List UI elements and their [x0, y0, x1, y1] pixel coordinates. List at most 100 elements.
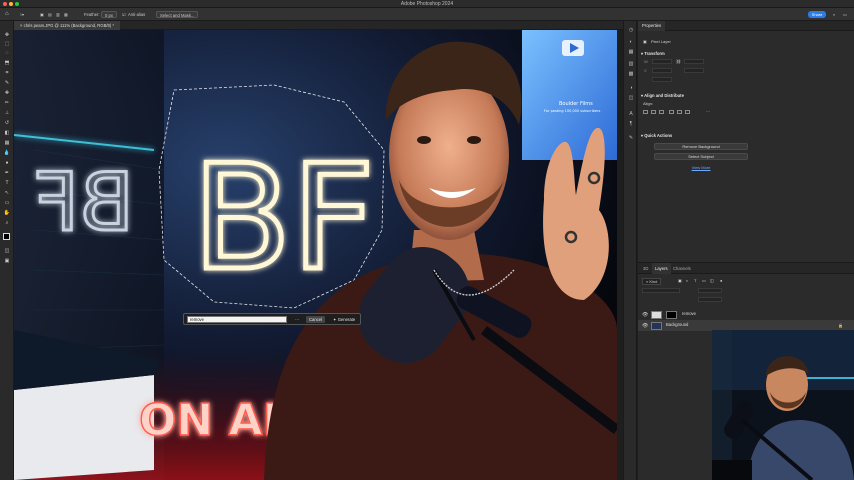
more-options-icon[interactable]: ···	[292, 316, 302, 323]
quick-mask-icon[interactable]: ◫	[3, 249, 11, 254]
neon-sign: BF	[192, 134, 375, 303]
properties-tab[interactable]: Properties	[638, 21, 666, 31]
brush-settings-icon[interactable]: ✎	[627, 135, 635, 141]
filter-adjustment-icon[interactable]: ◐	[686, 278, 688, 283]
clone-stamp-icon[interactable]: ⊥	[3, 111, 11, 116]
rectangle-tool-icon[interactable]: ▭	[3, 201, 11, 206]
generative-prompt-input[interactable]	[187, 316, 287, 323]
tab-channels[interactable]: Channels	[670, 263, 694, 274]
history-brush-icon[interactable]: ↺	[3, 121, 11, 126]
gradients-panel-icon[interactable]: ▥	[627, 61, 635, 67]
webcam-video	[712, 330, 854, 480]
layer-name[interactable]: Background	[666, 322, 688, 327]
adjustments-panel-icon[interactable]: ◑	[627, 85, 635, 91]
dodge-tool-icon[interactable]: ●	[3, 161, 11, 166]
pen-tool-icon[interactable]: ✒	[3, 171, 11, 176]
document-tab[interactable]: × chris pears.JPG @ 111% (Background, RG…	[14, 21, 121, 30]
brush-tool-icon[interactable]: ✏	[3, 101, 11, 106]
tab-layers[interactable]: Layers	[652, 263, 671, 274]
blur-tool-icon[interactable]: 💧	[3, 151, 11, 156]
align-center-icon[interactable]	[651, 110, 656, 114]
transform-header[interactable]: ▾ Transform	[641, 51, 665, 56]
layer-kind-filter[interactable]: ⌕ Kind	[642, 278, 662, 285]
antialias-checkbox[interactable]: ☑	[122, 11, 126, 18]
lasso-tool-icon[interactable]: ◌	[3, 51, 11, 56]
select-and-mask-button[interactable]: Select and Mask...	[156, 11, 199, 18]
object-select-icon[interactable]: ⬒	[3, 61, 11, 66]
gradient-tool-icon[interactable]: ▦	[3, 141, 11, 146]
panel-icon-strip: ◷ ◐ ▦ ▥ ▩ ◑ ◫ A ¶ ✎	[623, 21, 637, 480]
link-icon[interactable]: ⛓	[676, 59, 681, 64]
lasso-tool-icon[interactable]: ⌇▾	[20, 11, 24, 18]
width-label: W	[644, 59, 648, 64]
tab-3d[interactable]: 3D	[640, 263, 651, 274]
swatches-panel-icon[interactable]: ▦	[627, 49, 635, 55]
document-canvas[interactable]: BF BF Boulder Films For posting 100,000 …	[14, 30, 617, 480]
color-panel-icon[interactable]: ◐	[627, 39, 635, 45]
visibility-eye-icon[interactable]: 👁	[642, 312, 648, 318]
align-header[interactable]: ▾ Align and Distribute	[641, 93, 684, 98]
path-select-icon[interactable]: ↖	[3, 191, 11, 196]
artboard-tool-icon[interactable]: ⬚	[3, 42, 11, 47]
hand-tool-icon[interactable]: ✋	[3, 211, 11, 216]
align-middle-icon[interactable]	[677, 110, 682, 114]
move-tool-icon[interactable]: ✥	[3, 33, 11, 38]
filter-type-icon[interactable]: T	[694, 278, 696, 283]
pixel-layer-icon: ▣	[643, 39, 647, 44]
workspace-icon[interactable]: ▭	[843, 11, 847, 18]
opacity-field[interactable]	[698, 288, 722, 293]
blend-mode-select[interactable]	[642, 288, 680, 293]
align-left-icon[interactable]	[643, 110, 648, 114]
view-more-link[interactable]: View More	[654, 165, 748, 170]
layer-mask-thumbnail[interactable]	[666, 311, 677, 319]
generative-fill-bar: ··· Cancel ✦ Generate	[183, 313, 361, 325]
add-selection-icon[interactable]: ▤	[48, 11, 52, 18]
angle-field[interactable]	[652, 77, 672, 82]
paragraph-panel-icon[interactable]: ¶	[627, 121, 635, 127]
foreground-color-swatch[interactable]	[3, 233, 10, 240]
layer-row[interactable]: 👁 remove	[638, 309, 854, 320]
generate-button[interactable]: ✦ Generate	[330, 316, 358, 323]
home-icon[interactable]: ⌂	[5, 11, 9, 18]
fill-field[interactable]	[698, 297, 722, 302]
libraries-panel-icon[interactable]: ◫	[627, 95, 635, 101]
width-field[interactable]	[652, 59, 672, 64]
filter-smart-object-icon[interactable]: ◫	[710, 278, 714, 283]
document-tab-bar: × chris pears.JPG @ 111% (Background, RG…	[14, 21, 624, 30]
visibility-eye-icon[interactable]: 👁	[642, 323, 648, 329]
align-bottom-icon[interactable]	[685, 110, 690, 114]
filter-shape-icon[interactable]: ▭	[702, 278, 706, 283]
align-top-icon[interactable]	[669, 110, 674, 114]
zoom-tool-icon[interactable]: ⌕	[3, 221, 11, 226]
eyedropper-icon[interactable]: ✎	[3, 81, 11, 86]
y-field[interactable]	[684, 68, 704, 73]
align-right-icon[interactable]	[659, 110, 664, 114]
filter-pixel-icon[interactable]: ▣	[678, 278, 682, 283]
select-subject-button[interactable]: Select Subject	[654, 153, 748, 160]
eraser-tool-icon[interactable]: ◧	[3, 131, 11, 136]
quick-actions-header[interactable]: ▾ Quick Actions	[641, 133, 672, 138]
screen-mode-icon[interactable]: ▣	[3, 259, 11, 264]
search-icon[interactable]: ⌕	[833, 11, 835, 18]
subtract-selection-icon[interactable]: ▥	[56, 11, 60, 18]
layer-thumbnail	[651, 311, 662, 319]
filter-toggle-icon[interactable]: ●	[720, 278, 722, 283]
lock-icon: 🔒	[838, 323, 843, 328]
cancel-button[interactable]: Cancel	[306, 316, 326, 323]
share-button[interactable]: Share	[808, 11, 826, 18]
x-field[interactable]	[652, 68, 672, 73]
intersect-selection-icon[interactable]: ▦	[64, 11, 68, 18]
healing-brush-icon[interactable]: ✚	[3, 91, 11, 96]
type-tool-icon[interactable]: T	[3, 181, 11, 186]
crop-tool-icon[interactable]: ⌗	[3, 71, 11, 76]
feather-input[interactable]: 0 px	[101, 11, 117, 18]
character-panel-icon[interactable]: A	[627, 111, 635, 117]
history-panel-icon[interactable]: ◷	[627, 27, 635, 33]
height-field[interactable]	[684, 59, 704, 64]
layer-name[interactable]: remove	[682, 311, 696, 316]
new-selection-icon[interactable]: ▣	[40, 11, 44, 18]
align-more-icon[interactable]: ···	[706, 109, 710, 114]
patterns-panel-icon[interactable]: ▩	[627, 71, 635, 77]
remove-background-button[interactable]: Remove Background	[654, 143, 748, 150]
layers-tab-bar: 3D Layers Channels	[638, 263, 854, 274]
